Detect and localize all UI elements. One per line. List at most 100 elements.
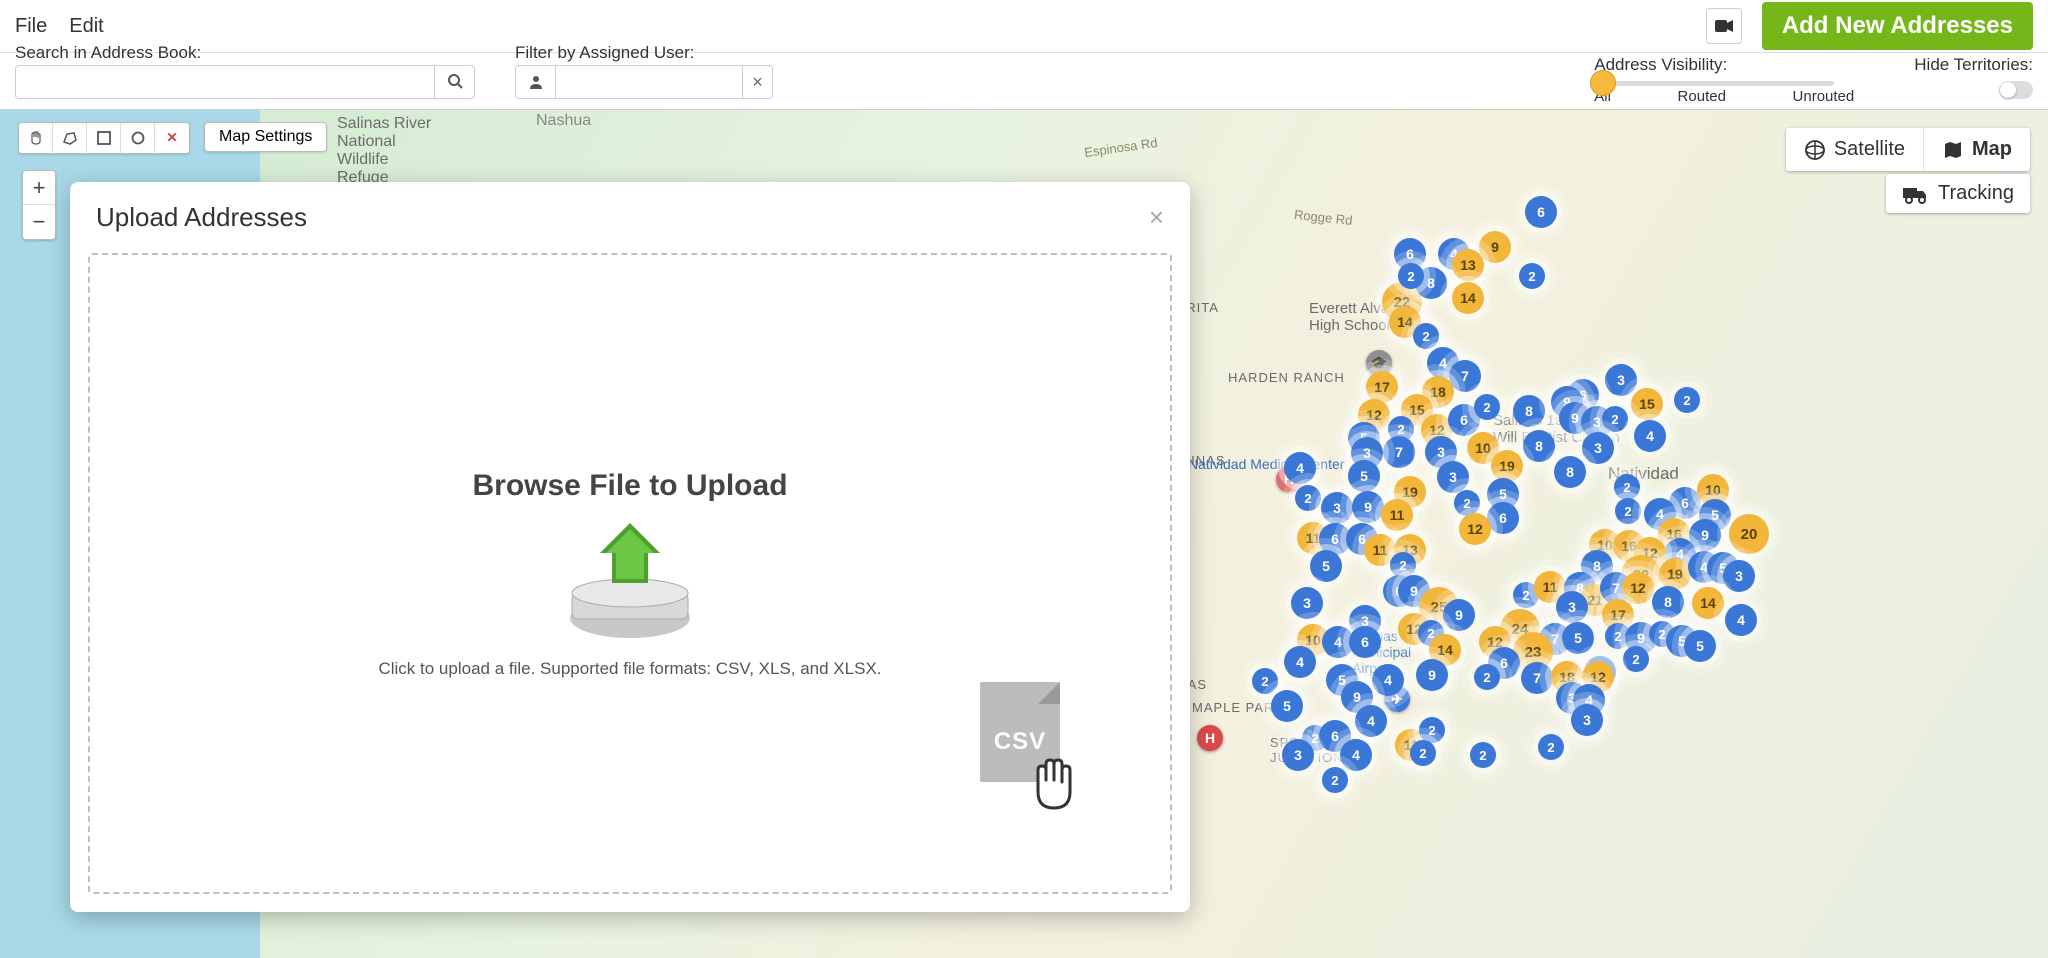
cluster-marker[interactable]: 3 [1605, 364, 1637, 396]
cluster-marker[interactable]: 20 [1729, 514, 1769, 554]
cluster-marker[interactable]: 14 [1692, 587, 1724, 619]
square-icon [97, 131, 111, 145]
cluster-marker[interactable]: 2 [1252, 668, 1278, 694]
cluster-marker[interactable]: 2 [1295, 485, 1321, 511]
pan-tool[interactable] [19, 123, 53, 153]
cluster-marker[interactable]: 19 [1659, 558, 1691, 590]
cluster-marker[interactable]: 14 [1452, 282, 1484, 314]
cluster-marker[interactable]: 19 [1491, 450, 1523, 482]
cluster-marker[interactable]: 4 [1634, 420, 1666, 452]
cluster-marker[interactable]: 12 [1459, 513, 1491, 545]
cluster-marker[interactable]: 4 [1284, 646, 1316, 678]
cluster-marker[interactable]: 5 [1310, 550, 1342, 582]
map-settings-button[interactable]: Map Settings [204, 122, 327, 152]
cluster-marker[interactable]: 8 [1652, 586, 1684, 618]
search-icon [447, 73, 463, 89]
satellite-button[interactable]: Satellite [1786, 128, 1924, 171]
cluster-marker[interactable]: 8 [1554, 456, 1586, 488]
label-nashua: Nashua [536, 112, 591, 130]
cluster-marker[interactable]: 7 [1449, 360, 1481, 392]
cluster-marker[interactable]: 11 [1381, 499, 1413, 531]
cluster-marker[interactable]: 12 [1622, 572, 1654, 604]
cluster-marker[interactable]: 9 [1416, 659, 1448, 691]
cluster-marker[interactable]: 3 [1321, 492, 1353, 524]
search-input[interactable] [15, 65, 435, 99]
cluster-marker[interactable]: 2 [1410, 740, 1436, 766]
search-button[interactable] [435, 65, 475, 99]
video-button[interactable] [1706, 8, 1742, 44]
cluster-marker[interactable]: 9 [1443, 599, 1475, 631]
cluster-marker[interactable]: 2 [1474, 394, 1500, 420]
satellite-label: Satellite [1834, 138, 1905, 161]
cluster-marker[interactable]: 6 [1525, 196, 1557, 228]
cluster-marker[interactable]: 4 [1284, 452, 1316, 484]
territories-toggle[interactable] [1999, 81, 2033, 99]
cluster-marker[interactable]: 5 [1684, 630, 1716, 662]
hospital-poi-2[interactable]: H [1197, 725, 1223, 751]
cluster-marker[interactable]: 4 [1372, 664, 1404, 696]
zoom-in-button[interactable]: + [23, 171, 55, 205]
add-new-addresses-button[interactable]: Add New Addresses [1762, 2, 2033, 50]
territories-label: Hide Territories: [1914, 55, 2033, 75]
modal-close-button[interactable]: × [1149, 202, 1164, 233]
cluster-marker[interactable]: 3 [1723, 560, 1755, 592]
cluster-marker[interactable]: 2 [1322, 767, 1348, 793]
cluster-marker[interactable]: 15 [1631, 388, 1663, 420]
user-filter-input[interactable] [555, 65, 743, 99]
draw-toolbar: ✕ Map Settings [18, 122, 327, 154]
cluster-marker[interactable]: 2 [1413, 323, 1439, 349]
rectangle-tool[interactable] [87, 123, 121, 153]
upload-drive-icon [560, 523, 700, 643]
circle-icon [131, 131, 145, 145]
zoom-out-button[interactable]: − [23, 205, 55, 239]
cluster-marker[interactable]: 5 [1271, 690, 1303, 722]
cluster-marker[interactable]: 6 [1349, 626, 1381, 658]
cluster-marker[interactable]: 2 [1519, 263, 1545, 289]
polygon-tool[interactable] [53, 123, 87, 153]
cluster-marker[interactable]: 3 [1571, 704, 1603, 736]
clear-user-button[interactable]: × [743, 65, 773, 99]
cluster-marker[interactable]: 2 [1623, 646, 1649, 672]
cluster-marker[interactable]: 2 [1602, 406, 1628, 432]
cluster-marker[interactable]: 3 [1556, 591, 1588, 623]
cluster-marker[interactable]: 2 [1614, 474, 1640, 500]
menu-file[interactable]: File [15, 15, 47, 38]
map-button[interactable]: Map [1924, 128, 2030, 171]
cluster-marker[interactable]: 2 [1470, 742, 1496, 768]
cluster-marker[interactable]: 3 [1437, 461, 1469, 493]
cluster-marker[interactable]: 7 [1521, 662, 1553, 694]
cluster-marker[interactable]: 4 [1725, 604, 1757, 636]
visibility-slider[interactable] [1594, 81, 1834, 86]
label-refuge: Salinas River National Wildlife Refuge [337, 115, 431, 187]
tracking-button[interactable]: Tracking [1886, 174, 2030, 213]
cluster-marker[interactable]: 9 [1352, 491, 1384, 523]
cluster-marker[interactable]: 3 [1282, 739, 1314, 771]
cluster-marker[interactable]: 7 [1383, 436, 1415, 468]
cluster-marker[interactable]: 8 [1523, 430, 1555, 462]
cluster-marker[interactable]: 2 [1615, 498, 1641, 524]
circle-tool[interactable] [121, 123, 155, 153]
slider-ticks: All Routed Unrouted [1594, 88, 1854, 105]
cluster-marker[interactable]: 2 [1538, 734, 1564, 760]
map-canvas[interactable]: Salinas River National Wildlife Refuge N… [0, 110, 2048, 958]
grab-hand-icon [1024, 752, 1084, 816]
cluster-marker[interactable]: 3 [1291, 587, 1323, 619]
cluster-marker[interactable]: 4 [1355, 705, 1387, 737]
cluster-marker[interactable]: 6 [1487, 502, 1519, 534]
cluster-marker[interactable]: 2 [1674, 387, 1700, 413]
cluster-marker[interactable]: 4 [1340, 739, 1372, 771]
cluster-marker[interactable]: 3 [1582, 432, 1614, 464]
cluster-marker[interactable]: 8 [1513, 395, 1545, 427]
menu-edit[interactable]: Edit [69, 15, 103, 38]
user-filter-group: Filter by Assigned User: × [515, 43, 773, 99]
cluster-marker[interactable]: 2 [1474, 664, 1500, 690]
browse-title: Browse File to Upload [472, 469, 787, 503]
cluster-marker[interactable]: 5 [1562, 622, 1594, 654]
upload-hint: Click to upload a file. Supported file f… [378, 659, 881, 679]
cluster-marker[interactable]: 13 [1452, 249, 1484, 281]
delete-shape-tool[interactable]: ✕ [155, 123, 189, 153]
cluster-marker[interactable]: 5 [1348, 460, 1380, 492]
cluster-marker[interactable]: 9 [1479, 231, 1511, 263]
cluster-marker[interactable]: 2 [1398, 263, 1424, 289]
upload-dropzone[interactable]: Browse File to Upload Click to upload a … [88, 253, 1172, 894]
